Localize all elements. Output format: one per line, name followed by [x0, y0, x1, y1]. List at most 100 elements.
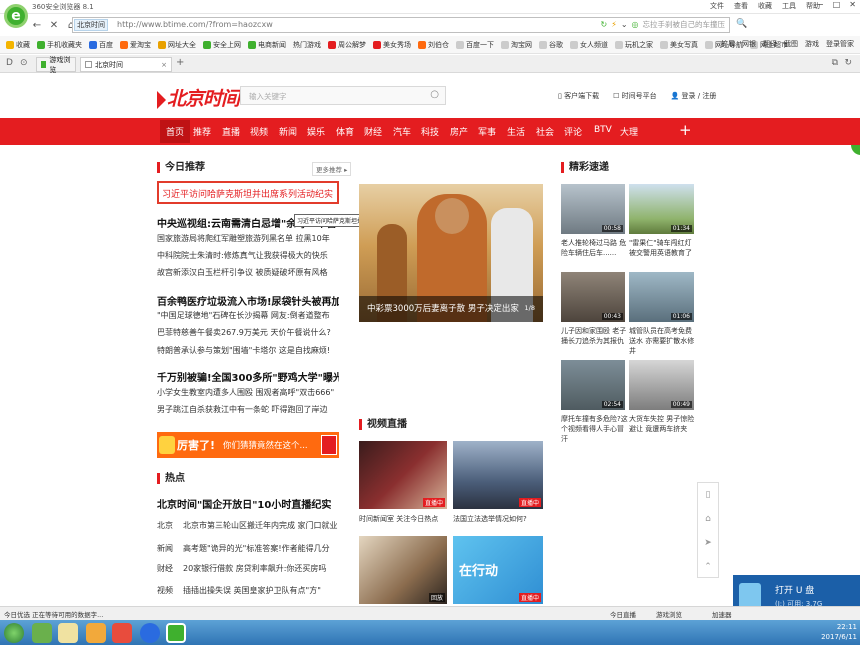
nav-military[interactable]: 军事 [478, 125, 496, 138]
nav-video[interactable]: 视频 [250, 125, 268, 138]
hot-headline[interactable]: 北京时间"国企开放日"10小时直播纪实 [157, 496, 347, 511]
site-search-icon[interactable]: ○ [430, 89, 439, 100]
games-button[interactable]: 游戏 [805, 39, 819, 49]
accelerator-button[interactable]: 加速器 [712, 609, 732, 619]
screenshot-button[interactable]: 截图 [784, 39, 798, 49]
bookmark-item[interactable]: 收藏 [6, 40, 30, 50]
news-line[interactable]: 小学女生教室内遭多人围殴 围观者高呼"双击666" [157, 388, 339, 398]
hot-row[interactable]: 视频 插插出操失误 英国皇家护卫队有点"方" [157, 585, 321, 596]
nav-life[interactable]: 生活 [507, 125, 525, 138]
video-thumb[interactable]: 00:58 [561, 184, 625, 234]
bookmark-item[interactable]: 玩机之家 [615, 40, 653, 50]
menu-view[interactable]: 查看 [734, 1, 748, 11]
tab-sync-icon[interactable]: ⧉ [832, 58, 838, 68]
hot-row[interactable]: 新闻 高考题"诡异的光"标准答案!作者能得几分 [157, 543, 330, 554]
video-caption[interactable]: 儿子因和家围殴 老子捅长刀追杀为其报仇 [561, 326, 629, 346]
back-icon[interactable]: ← [30, 18, 44, 32]
lightning-icon[interactable]: ⚡ [611, 20, 617, 29]
bookmark-item[interactable]: 热门游戏 [293, 40, 321, 50]
login-manager-button[interactable]: 登录管家 [826, 39, 854, 49]
bookmark-item[interactable]: 周公解梦 [328, 40, 366, 50]
nav-auto[interactable]: 汽车 [393, 125, 411, 138]
headline[interactable]: 千万别被骗!全国300多所"野鸡大学"曝光 [157, 369, 339, 384]
login-register-link[interactable]: 👤 登录 / 注册 [671, 91, 717, 101]
taskbar-app-icon[interactable] [32, 623, 52, 643]
video-thumb[interactable]: 02:54 [561, 360, 625, 410]
start-button-icon[interactable] [4, 623, 24, 643]
home-icon[interactable]: ⌂ [698, 507, 718, 531]
highlight-link-box[interactable]: 习近平访问哈萨克斯坦并出席系列活动纪实 [157, 181, 339, 204]
nav-live[interactable]: 直播 [222, 125, 240, 138]
search-icon[interactable]: 🔍 [736, 19, 747, 29]
time-platform-link[interactable]: ☐ 时间号平台 [613, 91, 657, 101]
nav-news[interactable]: 新闻 [279, 125, 297, 138]
news-line[interactable]: "中国足球德地"石碑在长沙揭幕 网友:倒者道整布 [157, 311, 339, 321]
news-line[interactable]: 国家旅游局将爬红军雕塑旅游列黑名单 拉黑10年 [157, 234, 339, 244]
close-icon[interactable]: ✕ [849, 0, 856, 9]
news-line[interactable]: 男子跳江自杀获救江中有一条蛇 吓得跑回了岸边 [157, 405, 339, 415]
nav-sports[interactable]: 体育 [336, 125, 354, 138]
news-line[interactable]: 中科院院士朱清时:修炼真气让我获得极大的快乐 [157, 251, 339, 261]
minimize-icon[interactable]: − [817, 0, 824, 9]
translate-button[interactable]: 翻译 [763, 39, 777, 49]
hero-slideshow[interactable]: 中彩票3000万后妻离子散 男子决定出家 1/8 [359, 184, 543, 322]
mobile-icon[interactable]: ▯ [698, 483, 718, 507]
nav-finance[interactable]: 财经 [364, 125, 382, 138]
bookmark-item[interactable]: 手机收藏夹 [37, 40, 82, 50]
video-caption[interactable]: 摩托车撞有多危险?这个视频看得人手心冒汗 [561, 414, 629, 444]
menu-favorites[interactable]: 收藏 [758, 1, 772, 11]
nav-recommend[interactable]: 推荐 [193, 125, 211, 138]
back-to-top-icon[interactable]: ⌃ [698, 555, 718, 579]
video-thumb[interactable]: 01:06 [629, 272, 694, 322]
taskbar-browser-icon[interactable] [166, 623, 186, 643]
site-identity-badge[interactable]: 北京时间 [74, 19, 108, 31]
site-logo[interactable]: 北京时间 [157, 84, 240, 111]
taskbar-app-icon[interactable] [86, 623, 106, 643]
bookmark-item[interactable]: 网址大全 [158, 40, 196, 50]
video-thumb[interactable]: 00:43 [561, 272, 625, 322]
video-thumb[interactable]: 01:34 [629, 184, 694, 234]
video-thumb[interactable]: 00:49 [629, 360, 694, 410]
live-thumb[interactable]: 在行动 直播中 [453, 536, 543, 604]
video-caption[interactable]: 大货车失控 男子惊险避让 竟遭两车挤夹 [629, 414, 697, 434]
tab-btime[interactable]: 北京时间 × [80, 57, 172, 72]
nav-society[interactable]: 社会 [536, 125, 554, 138]
taskbar-app-icon[interactable] [58, 623, 78, 643]
taskbar-app-icon[interactable] [112, 623, 132, 643]
bookmark-item[interactable]: 爱淘宝 [120, 40, 151, 50]
bookmark-item[interactable]: 女人频道 [570, 40, 608, 50]
new-tab-button[interactable]: + [176, 57, 184, 68]
live-caption[interactable]: 时间新闻室 关注今日热点 [359, 514, 449, 524]
online-bank-button[interactable]: 网银 [742, 39, 756, 49]
nav-realestate[interactable]: 房产 [450, 125, 468, 138]
more-recommend-link[interactable]: 更多推荐 ▸ [312, 162, 352, 176]
bookmark-item[interactable]: 谷歌 [539, 40, 563, 50]
bookmark-item[interactable]: 刘伯仓 [418, 40, 449, 50]
hot-row[interactable]: 北京 北京市第三轮山区搬迁年内完成 家门口就业 [157, 520, 338, 531]
video-caption[interactable]: 老人推轮椅过马路 危险车辆住后车...... [561, 238, 629, 258]
nav-entertainment[interactable]: 娱乐 [307, 125, 325, 138]
tab-games-browser[interactable]: 游戏浏览 [36, 56, 76, 74]
headline[interactable]: 百余鸭医疗垃圾流入市场!尿袋针头被再加工 [157, 293, 339, 308]
news-line[interactable]: 故宫新添汉白玉栏杆引争议 被质疑破坏原有风格 [157, 268, 339, 278]
search-hint[interactable]: 忘拉手刹被自己的车撞压 [643, 19, 726, 30]
menu-file[interactable]: 文件 [710, 1, 724, 11]
browser-logo-icon[interactable]: e [4, 4, 28, 28]
search-engine-icon[interactable]: ◎ [632, 20, 639, 29]
bookmark-item[interactable]: 安全上网 [203, 40, 241, 50]
highlight-link[interactable]: 习近平访问哈萨克斯坦并出席系列活动纪实 [162, 187, 333, 200]
url-text[interactable]: http://www.btime.com/?from=haozcxw [117, 20, 273, 29]
nav-comment[interactable]: 评论 [564, 125, 582, 138]
refresh-icon[interactable]: ↻ [600, 20, 607, 29]
restore-tab-icon[interactable]: ⊙ [20, 58, 28, 68]
bookmark-item[interactable]: 美女秀场 [373, 40, 411, 50]
games-browse-button[interactable]: 游戏浏览 [656, 609, 682, 619]
share-icon[interactable]: ➤ [698, 531, 718, 555]
video-caption[interactable]: "雷果仁"骑车闯红灯 被交警用英语教育了 [629, 238, 697, 258]
nav-tech[interactable]: 科技 [421, 125, 439, 138]
bookmark-item[interactable]: 百度一下 [456, 40, 494, 50]
today-live-button[interactable]: 今日直播 [610, 609, 636, 619]
tab-close-icon[interactable]: × [161, 61, 167, 69]
nav-home[interactable]: 首页 [160, 120, 191, 143]
live-caption[interactable]: 法国立法选举情况如何? [453, 514, 543, 524]
